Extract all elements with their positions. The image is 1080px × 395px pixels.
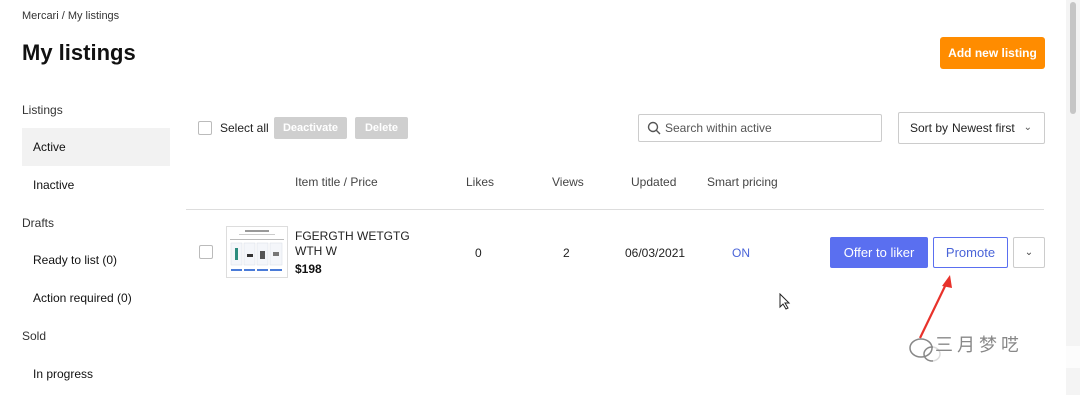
promote-button[interactable]: Promote (933, 237, 1008, 268)
chevron-down-icon: ⌄ (1024, 247, 1034, 258)
sidebar-header-sold: Sold (22, 329, 47, 343)
sidebar-item-active[interactable]: Active (22, 128, 170, 166)
sidebar-item-ready-to-list[interactable]: Ready to list (0) (22, 241, 170, 279)
sidebar-item-inactive[interactable]: Inactive (22, 166, 170, 204)
item-thumbnail[interactable] (226, 226, 288, 278)
breadcrumb[interactable]: Mercari / My listings (22, 10, 119, 22)
sort-dropdown[interactable]: Sort by Newest first ⌄ (898, 112, 1045, 144)
watermark-text: 三月梦呓 (935, 335, 1023, 355)
sort-label: Sort by (910, 121, 949, 135)
sidebar-header-drafts: Drafts (22, 216, 55, 230)
page-title: My listings (22, 40, 136, 65)
search-box[interactable] (638, 114, 882, 142)
column-header-item: Item title / Price (295, 175, 378, 189)
add-new-listing-button[interactable]: Add new listing (940, 37, 1045, 69)
table-divider (186, 209, 1044, 210)
likes-count: 0 (475, 246, 482, 260)
smart-pricing-status[interactable]: ON (732, 246, 750, 260)
select-all-label[interactable]: Select all (220, 121, 269, 135)
item-price: $198 (295, 262, 322, 276)
column-header-views: Views (552, 175, 584, 189)
delete-button[interactable]: Delete (355, 117, 408, 139)
cursor-icon (779, 293, 791, 310)
deactivate-button[interactable]: Deactivate (274, 117, 347, 139)
search-input[interactable] (665, 119, 875, 137)
sidebar-item-action-required[interactable]: Action required (0) (22, 279, 170, 317)
column-header-updated: Updated (631, 175, 677, 189)
sort-value: Newest first (952, 121, 1015, 135)
updated-date: 06/03/2021 (625, 246, 686, 260)
item-title[interactable]: FGERGTH WETGTG WTH W (295, 229, 415, 259)
views-count: 2 (563, 246, 570, 260)
more-options-button[interactable]: ⌄ (1013, 237, 1045, 268)
column-header-smart-pricing: Smart pricing (707, 175, 778, 189)
sidebar-item-in-progress[interactable]: In progress (22, 355, 170, 393)
chevron-down-icon: ⌄ (1023, 122, 1032, 133)
select-all-checkbox[interactable] (198, 121, 212, 135)
column-header-likes: Likes (466, 175, 495, 189)
search-icon (647, 121, 661, 135)
scrollbar-thumb[interactable] (1070, 2, 1076, 114)
row-checkbox[interactable] (199, 245, 213, 259)
offer-to-liker-button[interactable]: Offer to liker (830, 237, 928, 268)
sidebar-header-listings: Listings (22, 103, 63, 117)
